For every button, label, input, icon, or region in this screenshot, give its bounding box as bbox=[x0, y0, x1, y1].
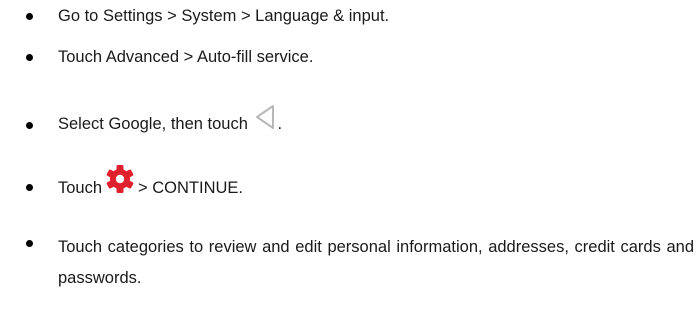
step-text-before: Touch bbox=[58, 178, 103, 197]
step-text-after: > CONTINUE. bbox=[138, 178, 244, 197]
bullet-dot bbox=[26, 54, 33, 61]
step-text: Touch > CONTINUE. bbox=[58, 165, 694, 206]
step-text-before: Select Google, then touch bbox=[58, 114, 248, 133]
bullet-dot bbox=[26, 184, 33, 191]
bullet-dot bbox=[26, 240, 33, 247]
step-text: Touch Advanced > Auto-fill service. bbox=[58, 48, 314, 66]
bullet-dot bbox=[26, 13, 33, 20]
settings-gear-icon bbox=[105, 164, 135, 199]
step-text: Go to Settings > System > Language & inp… bbox=[58, 7, 390, 25]
step-text-after: . bbox=[277, 114, 283, 133]
back-triangle-icon bbox=[254, 104, 276, 135]
bullet-dot bbox=[26, 122, 33, 129]
step-text: Select Google, then touch . bbox=[58, 105, 694, 140]
instruction-list: Go to Settings > System > Language & inp… bbox=[0, 0, 698, 319]
step-text: Touch categories to review and edit pers… bbox=[58, 238, 694, 287]
